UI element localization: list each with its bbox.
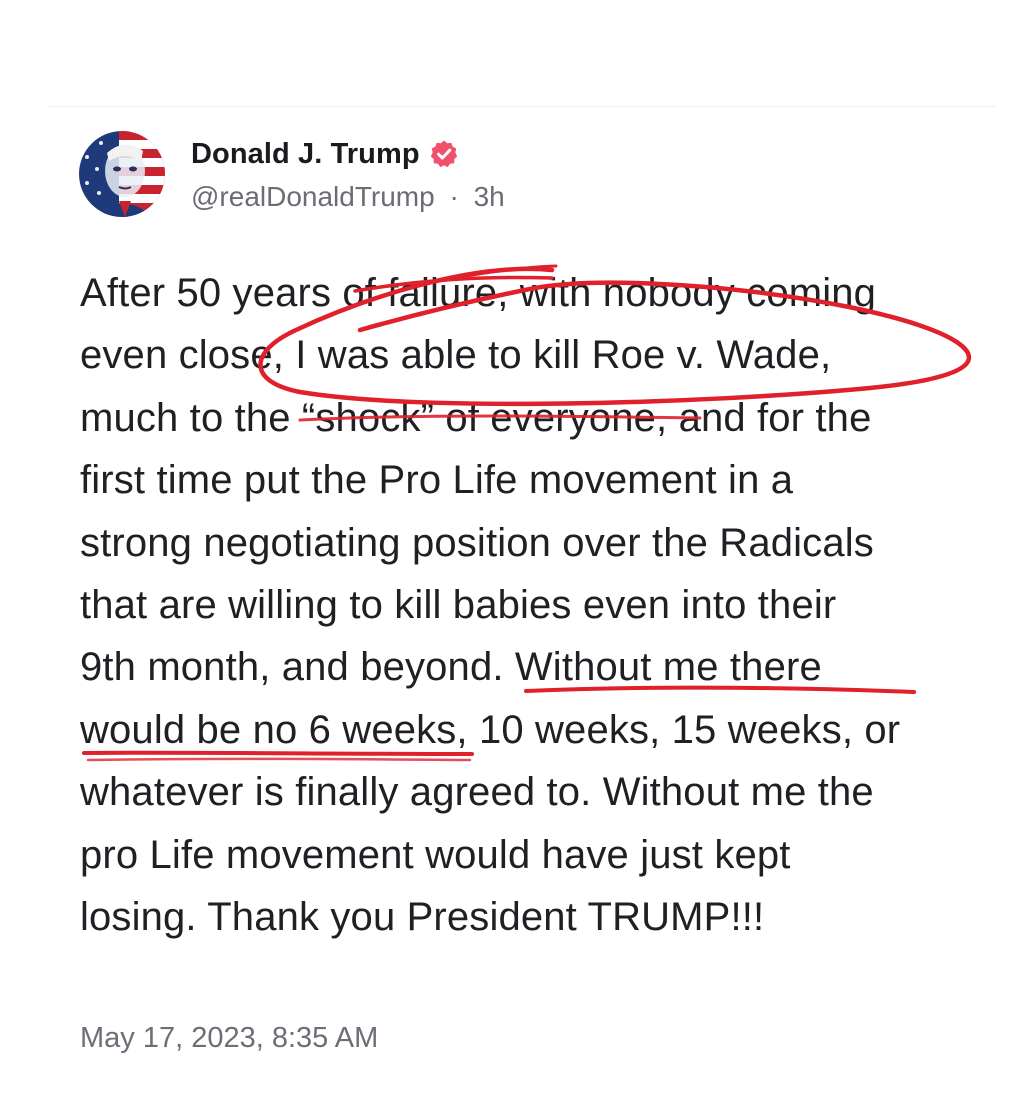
post-line: 9th month, and beyond. Without me there bbox=[80, 645, 822, 690]
avatar[interactable] bbox=[79, 131, 165, 217]
verified-badge-icon bbox=[429, 139, 459, 169]
post-line: strong negotiating position over the Rad… bbox=[80, 520, 874, 565]
meta-separator: · bbox=[449, 181, 459, 212]
handle-row: @realDonaldTrump · 3h bbox=[191, 181, 505, 213]
author-header: Donald J. Trump bbox=[191, 134, 459, 174]
handle[interactable]: @realDonaldTrump bbox=[191, 181, 435, 212]
post-timestamp[interactable]: May 17, 2023, 8:35 AM bbox=[80, 1022, 378, 1055]
post-line: much to the “shock” of everyone, and for… bbox=[80, 395, 872, 440]
post-body: After 50 years of failure, with nobody c… bbox=[80, 262, 980, 948]
post-line: would be no 6 weeks, 10 weeks, 15 weeks,… bbox=[80, 707, 901, 752]
top-divider bbox=[48, 106, 996, 107]
relative-time[interactable]: 3h bbox=[474, 181, 505, 212]
avatar-image bbox=[79, 131, 165, 217]
post-line: first time put the Pro Life movement in … bbox=[80, 458, 794, 503]
post-line: that are willing to kill babies even int… bbox=[80, 583, 837, 628]
post-line: After 50 years of failure, with nobody c… bbox=[80, 271, 877, 315]
post-line: whatever is finally agreed to. Without m… bbox=[80, 770, 874, 815]
post-line: even close, I was able to kill Roe v. Wa… bbox=[80, 333, 832, 378]
post-line: pro Life movement would have just kept bbox=[80, 832, 791, 877]
display-name[interactable]: Donald J. Trump bbox=[191, 138, 420, 171]
post-line: losing. Thank you President TRUMP!!! bbox=[80, 895, 765, 940]
